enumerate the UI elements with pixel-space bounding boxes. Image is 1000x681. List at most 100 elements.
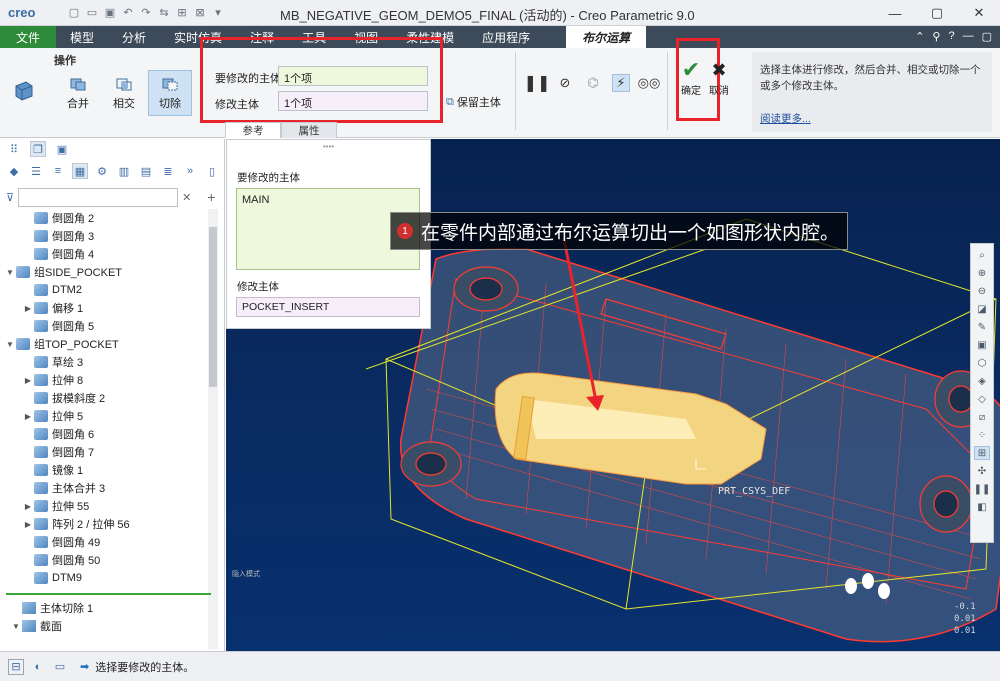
notes-icon[interactable]: ▯ [204,163,220,179]
annotation-display-icon[interactable]: ⊞ [974,446,990,460]
folder-browser-tab-icon[interactable]: ❐ [30,141,46,157]
insert-indicator[interactable] [6,593,211,595]
zoom-out-icon[interactable]: ⊖ [974,284,990,298]
expander-icon[interactable]: ▼ [10,622,22,631]
regenerate-icon[interactable]: ⇆ [156,5,172,21]
intersect-button[interactable]: 相交 [102,70,146,116]
close-button[interactable]: ✕ [958,0,1000,26]
tab-model[interactable]: 模型 [56,26,108,48]
cut-button[interactable]: 切除 [148,70,192,116]
tab-properties[interactable]: 属性 [281,122,337,138]
minimize-ribbon-icon[interactable]: — [963,30,974,43]
expander-icon[interactable]: ▼ [4,268,16,277]
tree-item[interactable]: 拔模斜度 2 [0,389,205,407]
keep-body-option[interactable]: ⧉ 保留主体 [446,94,501,110]
expander-icon[interactable]: ▶ [22,304,34,313]
tree-item[interactable]: 镜像 1 [0,461,205,479]
ref-modifying-body-collector[interactable]: POCKET_INSERT [236,297,420,317]
windows-icon[interactable]: ⊞ [174,5,190,21]
repaint-icon[interactable]: ◪ [974,302,990,316]
list-icon[interactable]: ▤ [138,163,154,179]
tree-scrollbar[interactable] [208,209,218,649]
section-icon[interactable]: ◈ [974,374,990,388]
verify-icon[interactable]: ⚡ [612,74,630,92]
tree-filter-icon[interactable]: ▦ [72,163,88,179]
tree-item[interactable]: ▶ 拉伸 55 [0,497,205,515]
search-icon[interactable]: ⚲ [932,30,940,43]
new-file-icon[interactable]: ▢ [66,5,82,21]
browser-toggle-icon[interactable]: ◐ [30,659,46,675]
tree-item[interactable]: 倒圆角 5 [0,317,205,335]
preview-icon[interactable]: ⌬ [584,74,602,92]
cancel-button[interactable]: ✖ 取消 [706,58,732,97]
display-style-icon[interactable]: ▣ [974,338,990,352]
tree-item[interactable]: ▶ 拉伸 5 [0,407,205,425]
tree-item[interactable]: 草绘 3 [0,353,205,371]
tree-item[interactable]: 主体合并 3 [0,479,205,497]
tree-item[interactable]: DTM9 [0,569,205,587]
merge-button[interactable]: 合并 [56,70,100,116]
tab-file[interactable]: 文件 [0,26,57,48]
tree-item[interactable]: ▶ 阵列 2 / 拉伸 56 [0,515,205,533]
favorites-tab-icon[interactable]: ▣ [54,141,70,157]
tree-item[interactable]: 主体切除 1 [0,599,205,617]
datum-points-icon[interactable]: ⁘ [974,428,990,442]
help-icon[interactable]: ? [948,30,954,43]
tree-search-input[interactable] [18,187,179,207]
tree-item[interactable]: ▶ 偏移 1 [0,299,205,317]
view-manager-icon[interactable]: ✎ [974,320,990,334]
more-icon[interactable]: » [182,163,198,179]
expander-icon[interactable]: ▼ [4,340,16,349]
panel-drag-handle[interactable]: •••• [323,142,334,151]
tree-item[interactable]: ▼ 组SIDE_POCKET [0,263,205,281]
settings-icon[interactable]: ⚙ [94,163,110,179]
tree-item[interactable]: ▼ 组TOP_POCKET [0,335,205,353]
maximize-button[interactable]: ▢ [916,0,958,26]
layer-icon[interactable]: ≡ [50,163,66,179]
ribbon-restore-icon[interactable]: ▢ [982,30,992,43]
pause-regen-icon[interactable]: ❚❚ [974,482,991,496]
clear-search-icon[interactable]: ✕ [182,191,191,204]
columns-icon[interactable]: ▥ [116,163,132,179]
spin-center-icon[interactable]: ✣ [974,464,990,478]
expander-icon[interactable]: ▶ [22,412,34,421]
tree-item[interactable]: 倒圆角 7 [0,443,205,461]
perspective-icon[interactable]: ◇ [974,392,990,406]
refit-icon[interactable]: ⌕ [974,248,990,262]
tree-item[interactable]: 倒圆角 4 [0,245,205,263]
collapse-ribbon-icon[interactable]: ⌃ [915,30,924,43]
tree-item[interactable]: 倒圆角 3 [0,227,205,245]
model-tree-tab-icon[interactable]: ⠿ [6,141,22,157]
no-preview-icon[interactable]: ⊘ [556,74,574,92]
tab-references[interactable]: 参考 [225,122,281,138]
close-window-icon[interactable]: ⊠ [192,5,208,21]
body-tree-icon[interactable]: ◆ [6,163,22,179]
tree-item[interactable]: 倒圆角 6 [0,425,205,443]
tree-item[interactable]: 倒圆角 49 [0,533,205,551]
more-tools-icon[interactable]: ◧ [974,500,990,514]
pause-icon[interactable]: ❚❚ [524,74,551,92]
fullscreen-icon[interactable]: ▭ [52,659,68,675]
datum-planes-icon[interactable]: ⧄ [974,410,990,424]
expander-icon[interactable]: ▶ [22,520,34,529]
tab-analysis[interactable]: 分析 [108,26,160,48]
glasses-icon[interactable]: ◎◎ [638,74,661,92]
tree-item[interactable]: ▼ 截面 [0,617,205,635]
add-icon[interactable]: + [207,189,215,205]
customize-toolbar-icon[interactable]: ▾ [210,5,226,21]
tree-scrollbar-thumb[interactable] [209,227,217,387]
tree-item[interactable]: ▶ 拉伸 8 [0,371,205,389]
redo-icon[interactable]: ↷ [138,5,154,21]
tree-item[interactable]: 倒圆角 2 [0,209,205,227]
filter-icon[interactable]: ⊽ [6,191,14,204]
expander-icon[interactable]: ▶ [22,376,34,385]
zoom-in-icon[interactable]: ⊕ [974,266,990,280]
tab-boolean[interactable]: 布尔运算 [566,26,647,48]
expander-icon[interactable]: ▶ [22,502,34,511]
tree-view-icon[interactable]: ☰ [28,163,44,179]
minimize-button[interactable]: — [874,0,916,26]
tree-item[interactable]: DTM2 [0,281,205,299]
saved-orientations-icon[interactable]: ⬡ [974,356,990,370]
read-more-link[interactable]: 阅读更多... [760,111,811,126]
save-icon[interactable]: ▣ [102,5,118,21]
